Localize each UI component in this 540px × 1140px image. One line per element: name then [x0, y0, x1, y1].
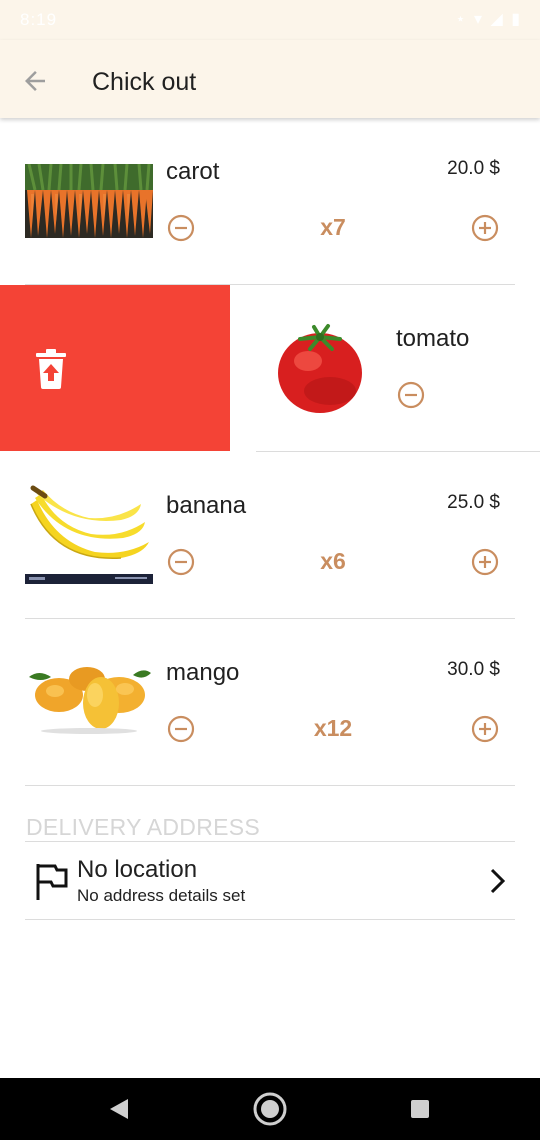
minus-circle-icon[interactable]	[167, 214, 195, 242]
nav-back-icon[interactable]	[106, 1096, 132, 1122]
delete-icon[interactable]	[34, 349, 68, 389]
chevron-right-icon[interactable]	[487, 866, 509, 896]
status-bar: 8:19 ⋆ ▾ ◢ ▮	[0, 0, 540, 40]
divider	[25, 919, 515, 920]
tomato-image	[270, 323, 370, 415]
plus-circle-icon[interactable]	[471, 548, 499, 576]
address-subtitle: No address details set	[77, 886, 246, 905]
navigation-bar	[0, 1078, 540, 1140]
status-icons: ⋆ ▾ ◢ ▮	[455, 11, 522, 28]
list-item-swiped[interactable]: tomato	[230, 285, 540, 451]
item-quantity: x12	[313, 715, 353, 741]
plus-circle-icon[interactable]	[471, 214, 499, 242]
carrot-image	[25, 164, 153, 238]
nav-home-icon[interactable]	[252, 1091, 288, 1127]
item-price: 30.0 $	[447, 659, 500, 680]
delivery-section-header: DELIVERY ADDRESS	[26, 814, 261, 840]
minus-circle-icon[interactable]	[167, 715, 195, 743]
plus-circle-icon[interactable]	[471, 715, 499, 743]
item-price: 25.0 $	[447, 492, 500, 513]
delivery-address-row[interactable]: No location No address details set	[25, 842, 515, 919]
item-price: 20.0 $	[447, 158, 500, 179]
minus-circle-icon[interactable]	[397, 381, 425, 409]
divider	[25, 785, 515, 786]
app-bar: Chick out	[0, 40, 540, 118]
item-quantity: x6	[320, 548, 346, 574]
nav-recents-icon[interactable]	[409, 1098, 431, 1120]
item-name: banana	[166, 492, 247, 519]
address-title: No location	[77, 856, 198, 883]
item-name: tomato	[396, 325, 470, 352]
item-name: carot	[166, 158, 220, 185]
back-arrow-icon[interactable]	[20, 66, 50, 96]
flag-icon	[36, 864, 68, 900]
minus-circle-icon[interactable]	[167, 548, 195, 576]
status-time: 8:19	[20, 10, 58, 29]
item-quantity: x7	[320, 214, 346, 240]
list-item: banana 25.0 $ x6	[0, 452, 540, 618]
mango-image	[25, 665, 153, 735]
list-item: mango 30.0 $ x12	[0, 619, 540, 785]
item-name: mango	[166, 659, 240, 686]
list-item: carot 20.0 $ x7	[0, 118, 540, 284]
banana-image	[25, 482, 153, 586]
page-title: Chick out	[92, 68, 197, 96]
swipe-delete-background[interactable]	[0, 285, 230, 451]
